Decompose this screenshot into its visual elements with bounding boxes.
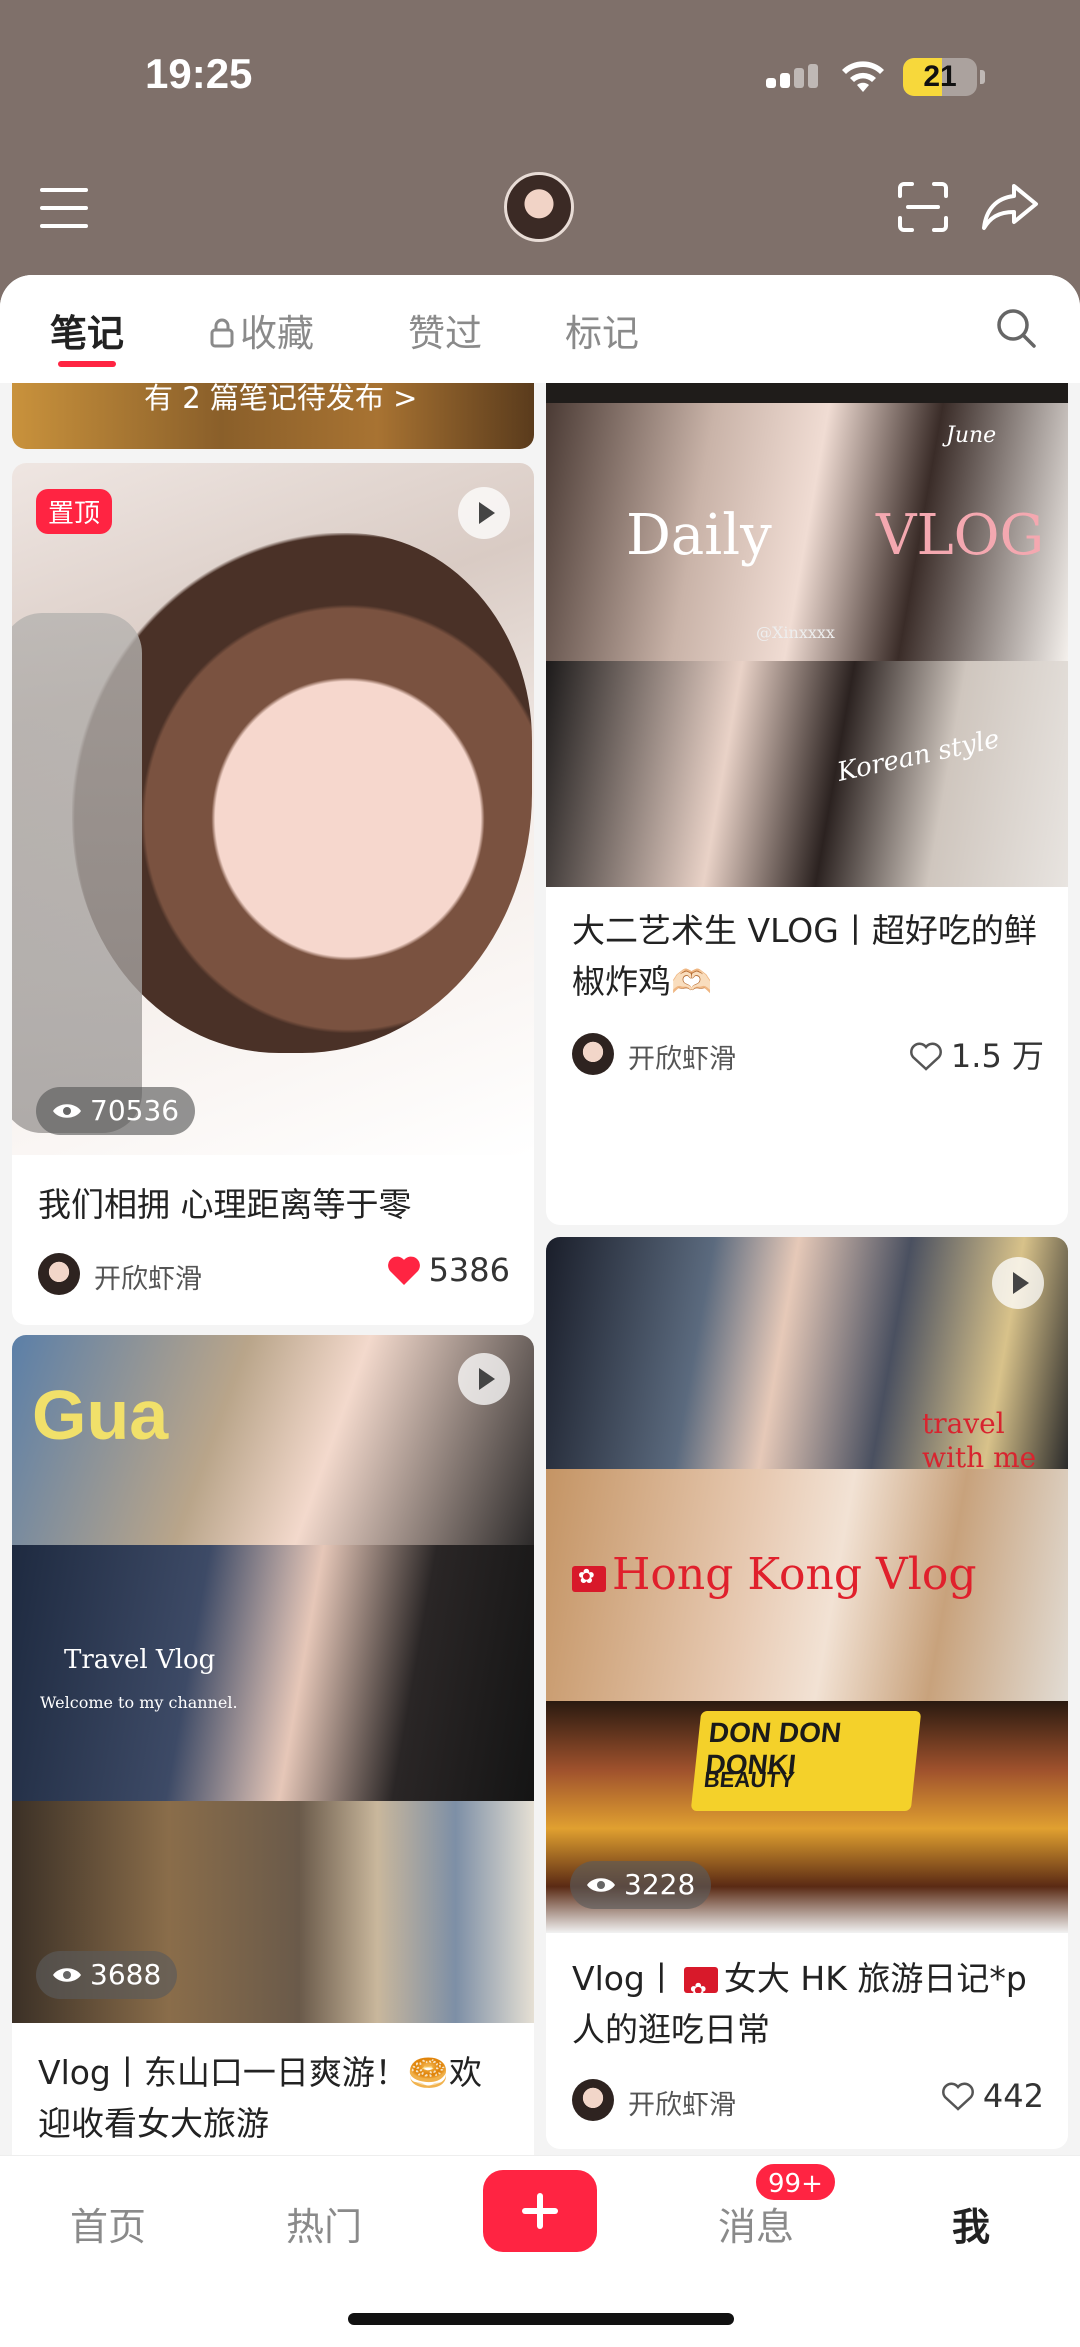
tab-collections-label: 收藏	[240, 312, 314, 355]
note-title: 大二艺术生 VLOG丨超好吃的鲜椒炸鸡🫶🏻	[572, 911, 1037, 1001]
author-name: 开欣虾滑	[94, 1264, 202, 1295]
donki-sign: DON DON DONKI BEAUTY	[690, 1711, 922, 1811]
share-arrow-icon[interactable]	[980, 180, 1040, 234]
cover-panel-1: Daily VLOG @Xinxxxx June	[546, 403, 1068, 661]
play-icon	[992, 1257, 1044, 1309]
overlay-handle: @Xinxxxx	[756, 623, 835, 642]
note-author[interactable]: 开欣虾滑	[38, 1253, 338, 1297]
like-count: 1.5 万	[950, 1037, 1044, 1075]
heart-outline-icon	[942, 2082, 974, 2111]
overlay-travel-vlog: Travel Vlog	[64, 1645, 216, 1675]
tab-active-indicator	[58, 361, 116, 367]
pinned-badge: 置顶	[36, 489, 113, 534]
view-count-value: 3688	[90, 1958, 162, 1991]
overlay-june: June	[946, 423, 997, 448]
heart-outline-icon	[910, 1042, 942, 1071]
note-title: Vlog丨女大 HK 旅游日记*p人的逛吃日常	[572, 1953, 1046, 2055]
status-time: 19:25	[145, 50, 253, 97]
overlay-hongkong: Hong Kong Vlog	[566, 1549, 977, 1600]
note-card-travel-vlog[interactable]: Gua Travel Vlog Welcome to my channel. 3…	[12, 1335, 534, 2155]
overlay-vlog: VLOG	[876, 503, 1045, 568]
like-count: 5386	[428, 1251, 510, 1289]
note-title-prefix: Vlog丨	[572, 1959, 678, 1998]
like-button[interactable]: 5386	[387, 1251, 510, 1295]
note-author[interactable]: 开欣虾滑	[572, 2079, 872, 2123]
messages-badge: 99+	[754, 2162, 837, 2202]
like-button[interactable]: 442	[941, 2077, 1044, 2121]
nav-home[interactable]: 首页	[70, 2196, 146, 2251]
note-author[interactable]: 开欣虾滑	[572, 1033, 872, 1077]
eye-icon	[53, 1968, 81, 1982]
home-indicator	[348, 2313, 734, 2325]
overlay-hongkong-label: Hong Kong Vlog	[612, 1549, 977, 1600]
overlay-welcome: Welcome to my channel.	[40, 1693, 238, 1712]
cover-panel-2: Korean style	[546, 661, 1068, 887]
battery-indicator: 21	[903, 58, 977, 96]
eye-icon	[53, 1104, 81, 1118]
create-post-button[interactable]	[483, 2170, 597, 2252]
author-name: 开欣虾滑	[628, 1044, 736, 1075]
author-avatar	[572, 1033, 614, 1075]
cover-panel-1: Gua	[12, 1335, 534, 1545]
cover-top-strip	[546, 383, 1068, 403]
scan-icon[interactable]	[896, 180, 950, 234]
search-icon[interactable]	[995, 307, 1037, 349]
like-count: 442	[982, 2077, 1044, 2115]
note-card-daily-vlog[interactable]: Daily VLOG @Xinxxxx June Korean style 大二…	[546, 383, 1068, 1225]
overlay-daily: Daily	[626, 503, 772, 568]
tab-tagged[interactable]: 标记	[565, 303, 639, 357]
drafts-banner-label: 有 2 篇笔记待发布 >	[144, 383, 418, 415]
lock-icon	[210, 318, 234, 348]
sweater-illustration	[12, 613, 142, 1133]
battery-cap	[980, 70, 985, 84]
overlay-travel-with-me: travel with me	[922, 1407, 1037, 1469]
avatar[interactable]	[504, 172, 574, 242]
note-cover-image: Gua Travel Vlog Welcome to my channel.	[12, 1335, 534, 1801]
view-count: 3228	[570, 1861, 712, 1909]
hk-flag-icon	[572, 1564, 606, 1592]
view-count-value: 3228	[624, 1868, 696, 1901]
note-title: Vlog丨东山口一日爽游！🥯欢迎收看女大旅游	[38, 2053, 482, 2143]
nav-hot[interactable]: 热门	[286, 2196, 362, 2251]
eye-icon	[587, 1878, 615, 1892]
battery-percent: 21	[923, 60, 957, 93]
note-cover-image: 置顶 70536	[12, 463, 534, 1155]
tab-liked[interactable]: 赞过	[408, 303, 482, 357]
cover-panel-3: 3688	[12, 1801, 534, 2023]
cover-panel-1: travel with me	[546, 1237, 1068, 1469]
play-icon	[458, 487, 510, 539]
overlay-gua: Gua	[32, 1376, 169, 1454]
donki-sign-sub: BEAUTY	[702, 1767, 796, 1792]
author-avatar	[38, 1253, 80, 1295]
view-count-value: 70536	[90, 1094, 180, 1127]
like-button[interactable]: 1.5 万	[909, 1031, 1044, 1075]
nav-messages[interactable]: 消息	[718, 2196, 794, 2251]
cover-panel-2: Travel Vlog Welcome to my channel.	[12, 1545, 534, 1801]
cover-panel-3: DON DON DONKI BEAUTY 3228	[546, 1701, 1068, 1933]
tab-notes[interactable]: 笔记	[50, 303, 124, 357]
note-card-hk-vlog[interactable]: travel with me Hong Kong Vlog DON DON DO…	[546, 1237, 1068, 2149]
notes-feed[interactable]: 有 2 篇笔记待发布 > 置顶 70536 我们相拥 心理距离等于零 开欣虾滑 …	[0, 383, 1080, 2155]
status-bar: 19:25 21	[0, 0, 1080, 150]
heart-filled-icon	[387, 1256, 420, 1285]
tab-collections[interactable]: 收藏	[210, 303, 314, 357]
note-card-pinned[interactable]: 置顶 70536 我们相拥 心理距离等于零 开欣虾滑 5386	[12, 463, 534, 1325]
hk-flag-icon	[683, 1965, 718, 2016]
profile-content-sheet: 笔记 收藏 赞过 标记 有 2 篇笔记待发布 > 置顶 70536 我们相拥 心…	[0, 275, 1080, 2155]
profile-header	[0, 150, 1080, 275]
note-title: 我们相拥 心理距离等于零	[38, 1185, 412, 1224]
hamburger-menu-icon[interactable]	[40, 186, 92, 230]
view-count: 70536	[36, 1087, 196, 1135]
profile-tabs: 笔记 收藏 赞过 标记	[0, 275, 1080, 383]
overlay-korean: Korean style	[834, 724, 1003, 788]
wifi-icon	[842, 61, 884, 92]
nav-me[interactable]: 我	[952, 2196, 990, 2251]
author-name: 开欣虾滑	[628, 2090, 736, 2121]
play-icon	[458, 1353, 510, 1405]
view-count: 3688	[36, 1951, 178, 1999]
cellular-signal-icon	[766, 64, 820, 88]
author-avatar	[572, 2079, 614, 2121]
drafts-banner[interactable]: 有 2 篇笔记待发布 >	[12, 383, 534, 449]
cover-panel-2: Hong Kong Vlog	[546, 1469, 1068, 1701]
